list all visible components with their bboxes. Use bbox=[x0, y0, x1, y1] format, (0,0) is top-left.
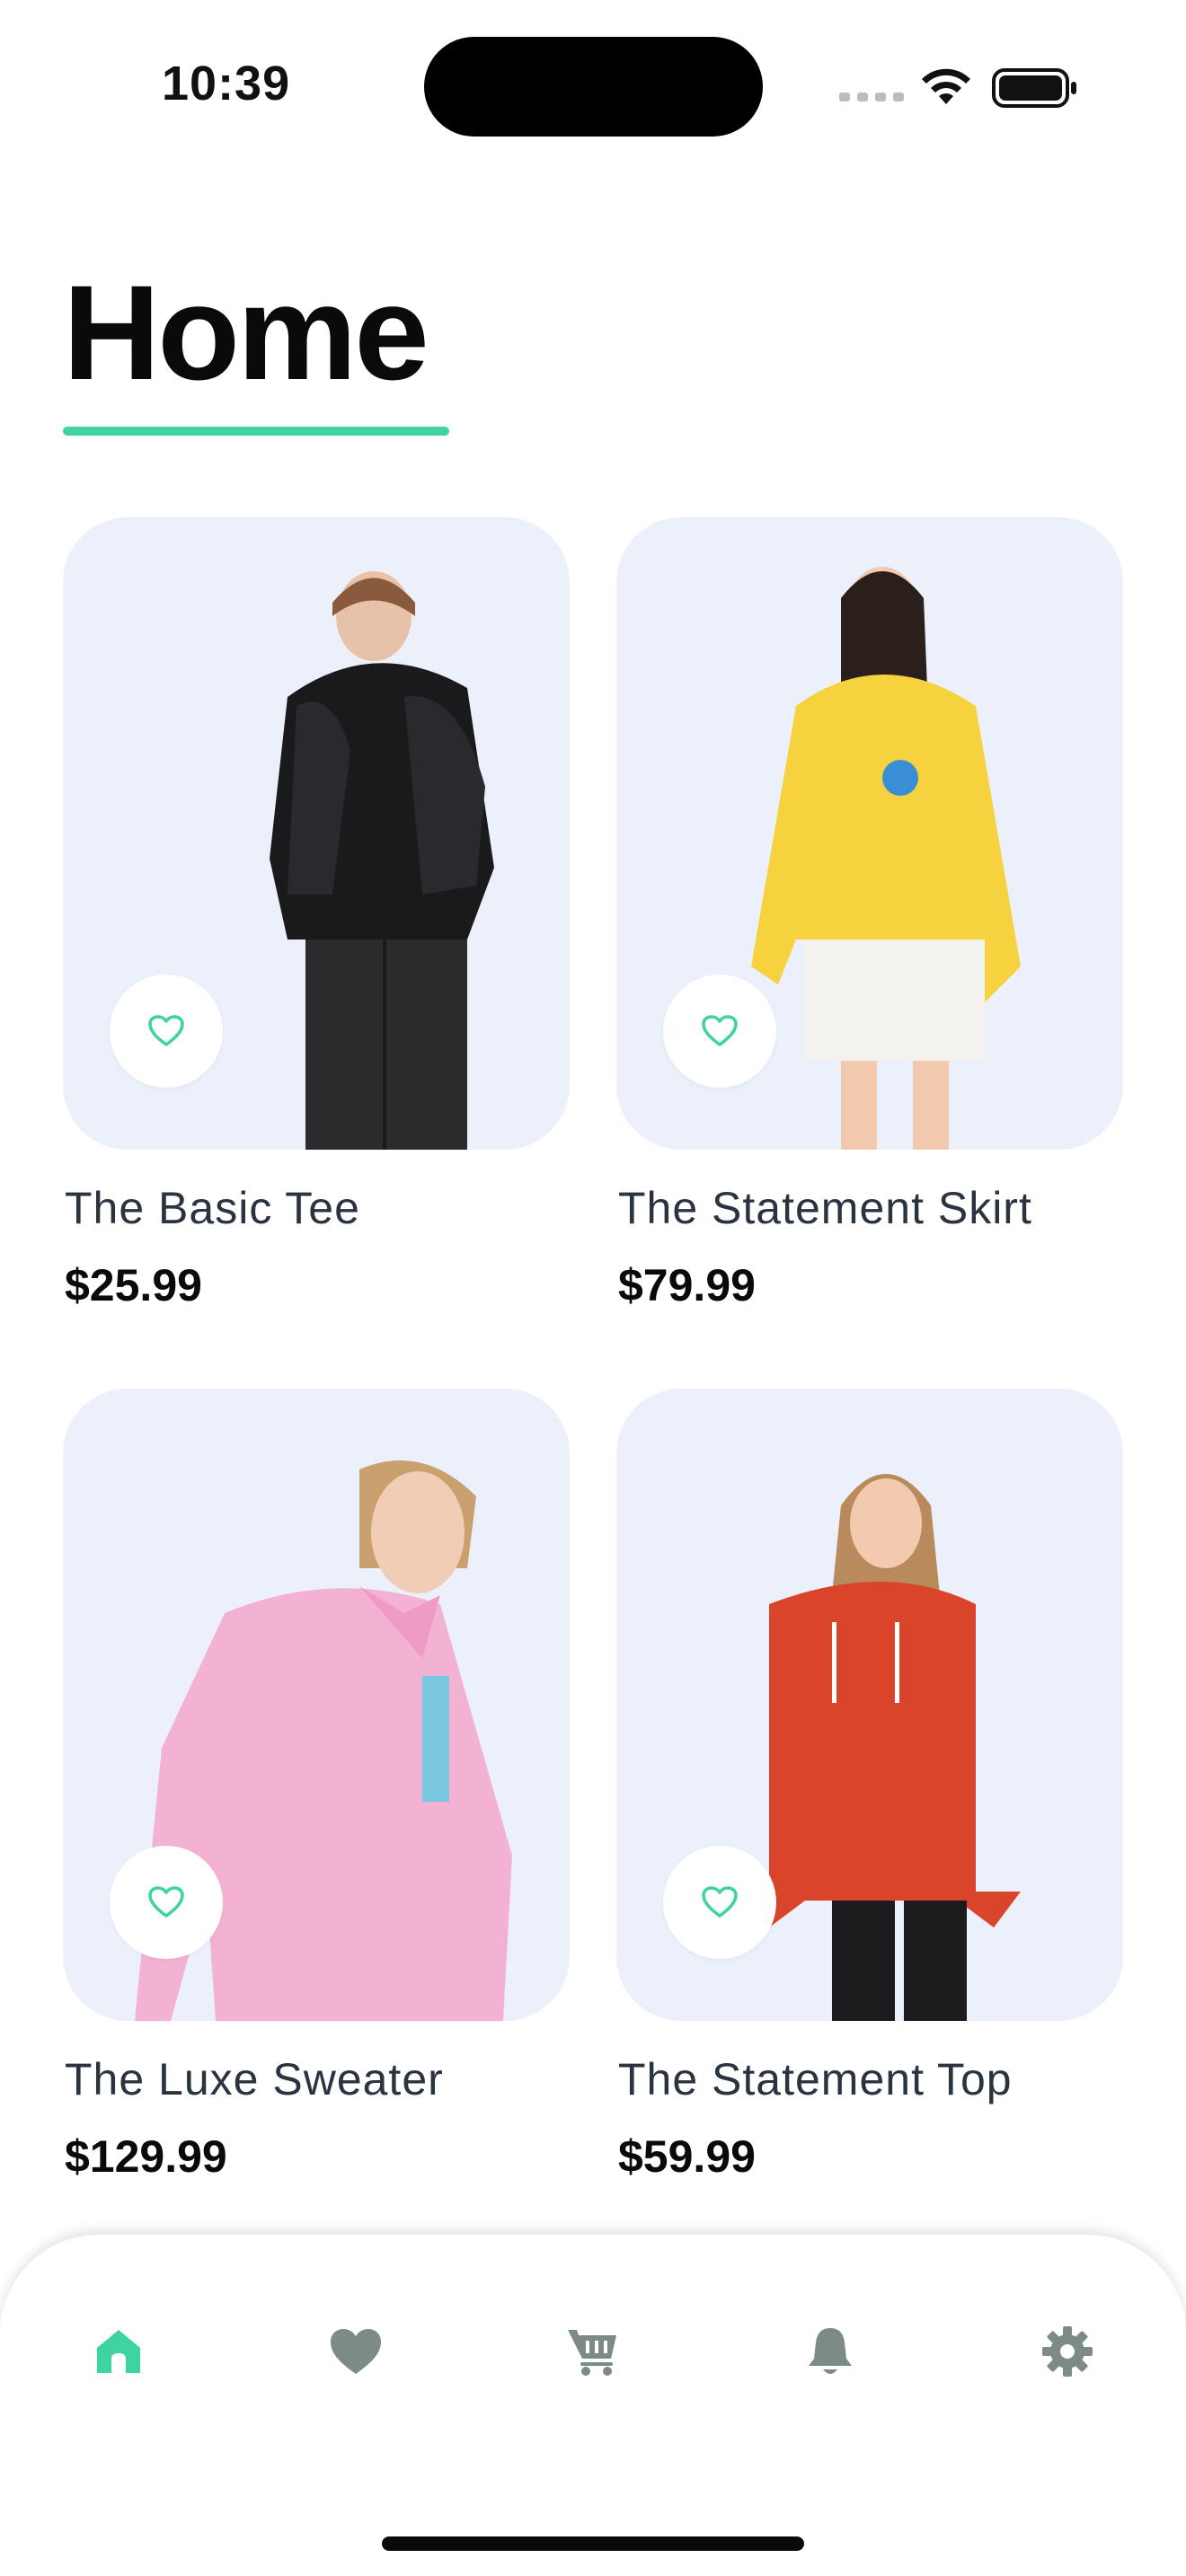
product-image[interactable] bbox=[616, 1389, 1123, 2021]
status-bar: 10:39 bbox=[0, 0, 1186, 171]
favorite-button[interactable] bbox=[110, 1846, 223, 1959]
nav-home[interactable] bbox=[74, 2307, 164, 2396]
product-name[interactable]: The Statement Skirt bbox=[618, 1182, 1032, 1234]
product-price: $79.99 bbox=[618, 1260, 756, 1310]
product-card[interactable]: The Statement Top $59.99 bbox=[616, 1389, 1123, 2182]
home-indicator[interactable] bbox=[382, 2536, 804, 2551]
nav-settings[interactable] bbox=[1022, 2307, 1112, 2396]
favorite-button[interactable] bbox=[663, 1846, 776, 1959]
product-name[interactable]: The Luxe Sweater bbox=[65, 2053, 444, 2105]
heart-outline-icon bbox=[702, 1886, 738, 1918]
product-price: $59.99 bbox=[618, 2131, 756, 2182]
product-image[interactable] bbox=[63, 1389, 570, 2021]
product-image[interactable] bbox=[616, 517, 1123, 1150]
favorite-button[interactable] bbox=[110, 975, 223, 1088]
cellular-signal-icon bbox=[839, 93, 904, 101]
page-title: Home bbox=[63, 257, 429, 408]
product-price: $129.99 bbox=[65, 2131, 227, 2182]
title-underline bbox=[63, 427, 449, 436]
heart-outline-icon bbox=[702, 1015, 738, 1046]
bottom-nav bbox=[0, 2235, 1186, 2576]
product-price: $25.99 bbox=[65, 1260, 202, 1310]
wifi-icon bbox=[922, 68, 970, 104]
home-icon bbox=[97, 2330, 140, 2373]
heart-outline-icon bbox=[148, 1886, 184, 1918]
battery-icon bbox=[992, 68, 1076, 108]
product-card[interactable]: The Statement Skirt $79.99 bbox=[616, 517, 1123, 1310]
cart-icon bbox=[568, 2330, 616, 2376]
heart-outline-icon bbox=[148, 1015, 184, 1046]
heart-icon bbox=[331, 2329, 381, 2374]
favorite-button[interactable] bbox=[663, 975, 776, 1088]
product-card[interactable]: The Basic Tee $25.99 bbox=[63, 517, 570, 1310]
status-time: 10:39 bbox=[162, 57, 291, 110]
product-image[interactable] bbox=[63, 517, 570, 1150]
nav-notifications[interactable] bbox=[785, 2307, 875, 2396]
product-name[interactable]: The Basic Tee bbox=[65, 1182, 360, 1234]
gear-icon bbox=[1042, 2326, 1093, 2377]
nav-cart[interactable] bbox=[548, 2307, 638, 2396]
bell-icon bbox=[809, 2328, 852, 2374]
product-name[interactable]: The Statement Top bbox=[618, 2053, 1013, 2105]
nav-favorites[interactable] bbox=[311, 2307, 401, 2396]
product-card[interactable]: The Luxe Sweater $129.99 bbox=[63, 1389, 570, 2182]
dynamic-island bbox=[424, 37, 763, 137]
